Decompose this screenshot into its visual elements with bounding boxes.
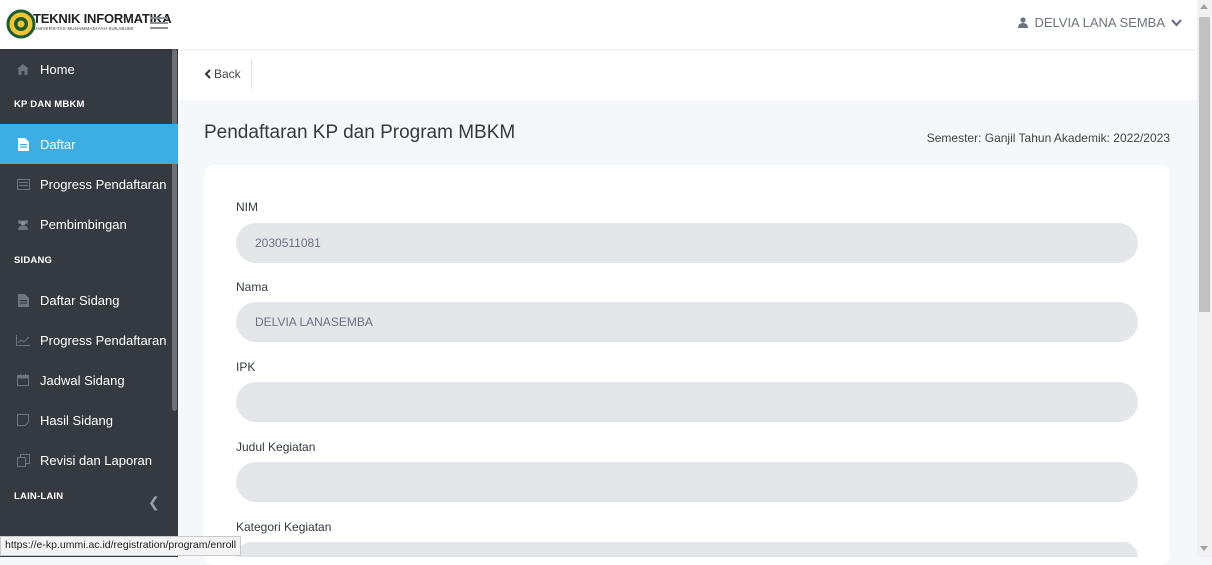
page-title: Pendaftaran KP dan Program MBKM [204, 122, 516, 143]
kategori-kegiatan-label: Kategori Kegiatan [236, 520, 332, 534]
nama-label: Nama [236, 280, 269, 294]
sidebar-item-progress-pendaftaran-sidang[interactable]: Progress Pendaftaran [0, 320, 172, 360]
kategori-kegiatan-field[interactable] [236, 542, 1138, 557]
chevron-down-icon [1171, 18, 1182, 27]
semester-info: Semester: Ganjil Tahun Akademik: 2022/20… [926, 131, 1170, 145]
sidebar-item-label: Progress Pendaftaran [40, 332, 167, 348]
back-label: Back [214, 67, 241, 81]
sidebar-section-lain: LAIN-LAIN [14, 491, 64, 502]
nim-field[interactable]: 2030511081 [236, 223, 1138, 263]
status-url: https://e-kp.ummi.ac.id/registration/pro… [0, 536, 242, 556]
user-name: DELVIA LANA SEMBA [1034, 15, 1165, 30]
scroll-down-icon[interactable] [1200, 546, 1208, 551]
file-icon [15, 136, 31, 152]
sidebar-item-home[interactable]: Home [0, 49, 172, 89]
ipk-label: IPK [236, 360, 256, 374]
judul-kegiatan-field[interactable] [236, 462, 1138, 502]
sidebar-item-revisi-laporan[interactable]: Revisi dan Laporan [0, 440, 172, 480]
sidebar-item-progress-pendaftaran[interactable]: Progress Pendaftaran [0, 164, 172, 204]
user-menu[interactable]: DELVIA LANA SEMBA [1018, 15, 1182, 30]
list-icon [15, 176, 31, 192]
users-icon [15, 216, 31, 232]
page-scrollbar[interactable] [1197, 0, 1212, 557]
copy-icon [15, 452, 31, 468]
sidebar-item-daftar-sidang[interactable]: Daftar Sidang [0, 280, 172, 320]
back-button[interactable]: Back [204, 67, 241, 81]
sidebar-item-label: Pembimbingan [40, 216, 127, 232]
note-icon [15, 412, 31, 428]
sidebar-item-label: Home [40, 61, 75, 77]
sidebar-section-sidang: SIDANG [14, 255, 53, 266]
sidebar-item-hasil-sidang[interactable]: Hasil Sidang [0, 400, 172, 440]
nama-field[interactable]: DELVIA LANASEMBA [236, 302, 1138, 342]
sidebar-item-label: Daftar Sidang [40, 292, 120, 308]
line-chart-icon [15, 332, 31, 348]
nim-label: NIM [236, 200, 258, 214]
user-icon [1018, 17, 1029, 28]
sidebar: Home KP DAN MBKM Daftar Progress Pendaft… [0, 49, 178, 557]
scrollbar-thumb[interactable] [1199, 17, 1210, 312]
sidebar-item-jadwal-sidang[interactable]: Jadwal Sidang [0, 360, 172, 400]
action-bar [178, 49, 1197, 100]
sidebar-item-label: Progress Pendaftaran [40, 176, 167, 192]
collapse-sidebar-icon[interactable]: ❮ [148, 494, 160, 511]
sidebar-scrollbar[interactable] [172, 49, 177, 411]
chevron-left-icon [204, 69, 211, 79]
sidebar-section-kp: KP DAN MBKM [14, 99, 85, 110]
calendar-icon [15, 372, 31, 388]
top-navbar: TEKNIK INFORMATIKA UNIVERSITAS MUHAMMADI… [0, 0, 1197, 49]
menu-toggle-icon[interactable] [150, 14, 168, 30]
divider [251, 59, 252, 89]
sidebar-item-label: Jadwal Sidang [40, 372, 125, 388]
sidebar-item-label: Revisi dan Laporan [40, 452, 153, 468]
sidebar-item-daftar[interactable]: Daftar [0, 124, 178, 164]
sidebar-item-pembimbingan[interactable]: Pembimbingan [0, 204, 172, 244]
sidebar-item-label: Hasil Sidang [40, 412, 113, 428]
judul-kegiatan-label: Judul Kegiatan [236, 440, 316, 454]
ipk-field[interactable] [236, 382, 1138, 422]
logo-subtitle: UNIVERSITAS MUHAMMADIYAH SUKABUMI [34, 26, 134, 31]
sidebar-item-label: Daftar [40, 136, 76, 152]
file-icon [15, 292, 31, 308]
scroll-up-icon[interactable] [1200, 4, 1208, 9]
university-logo[interactable] [6, 9, 36, 39]
home-icon [15, 61, 31, 77]
